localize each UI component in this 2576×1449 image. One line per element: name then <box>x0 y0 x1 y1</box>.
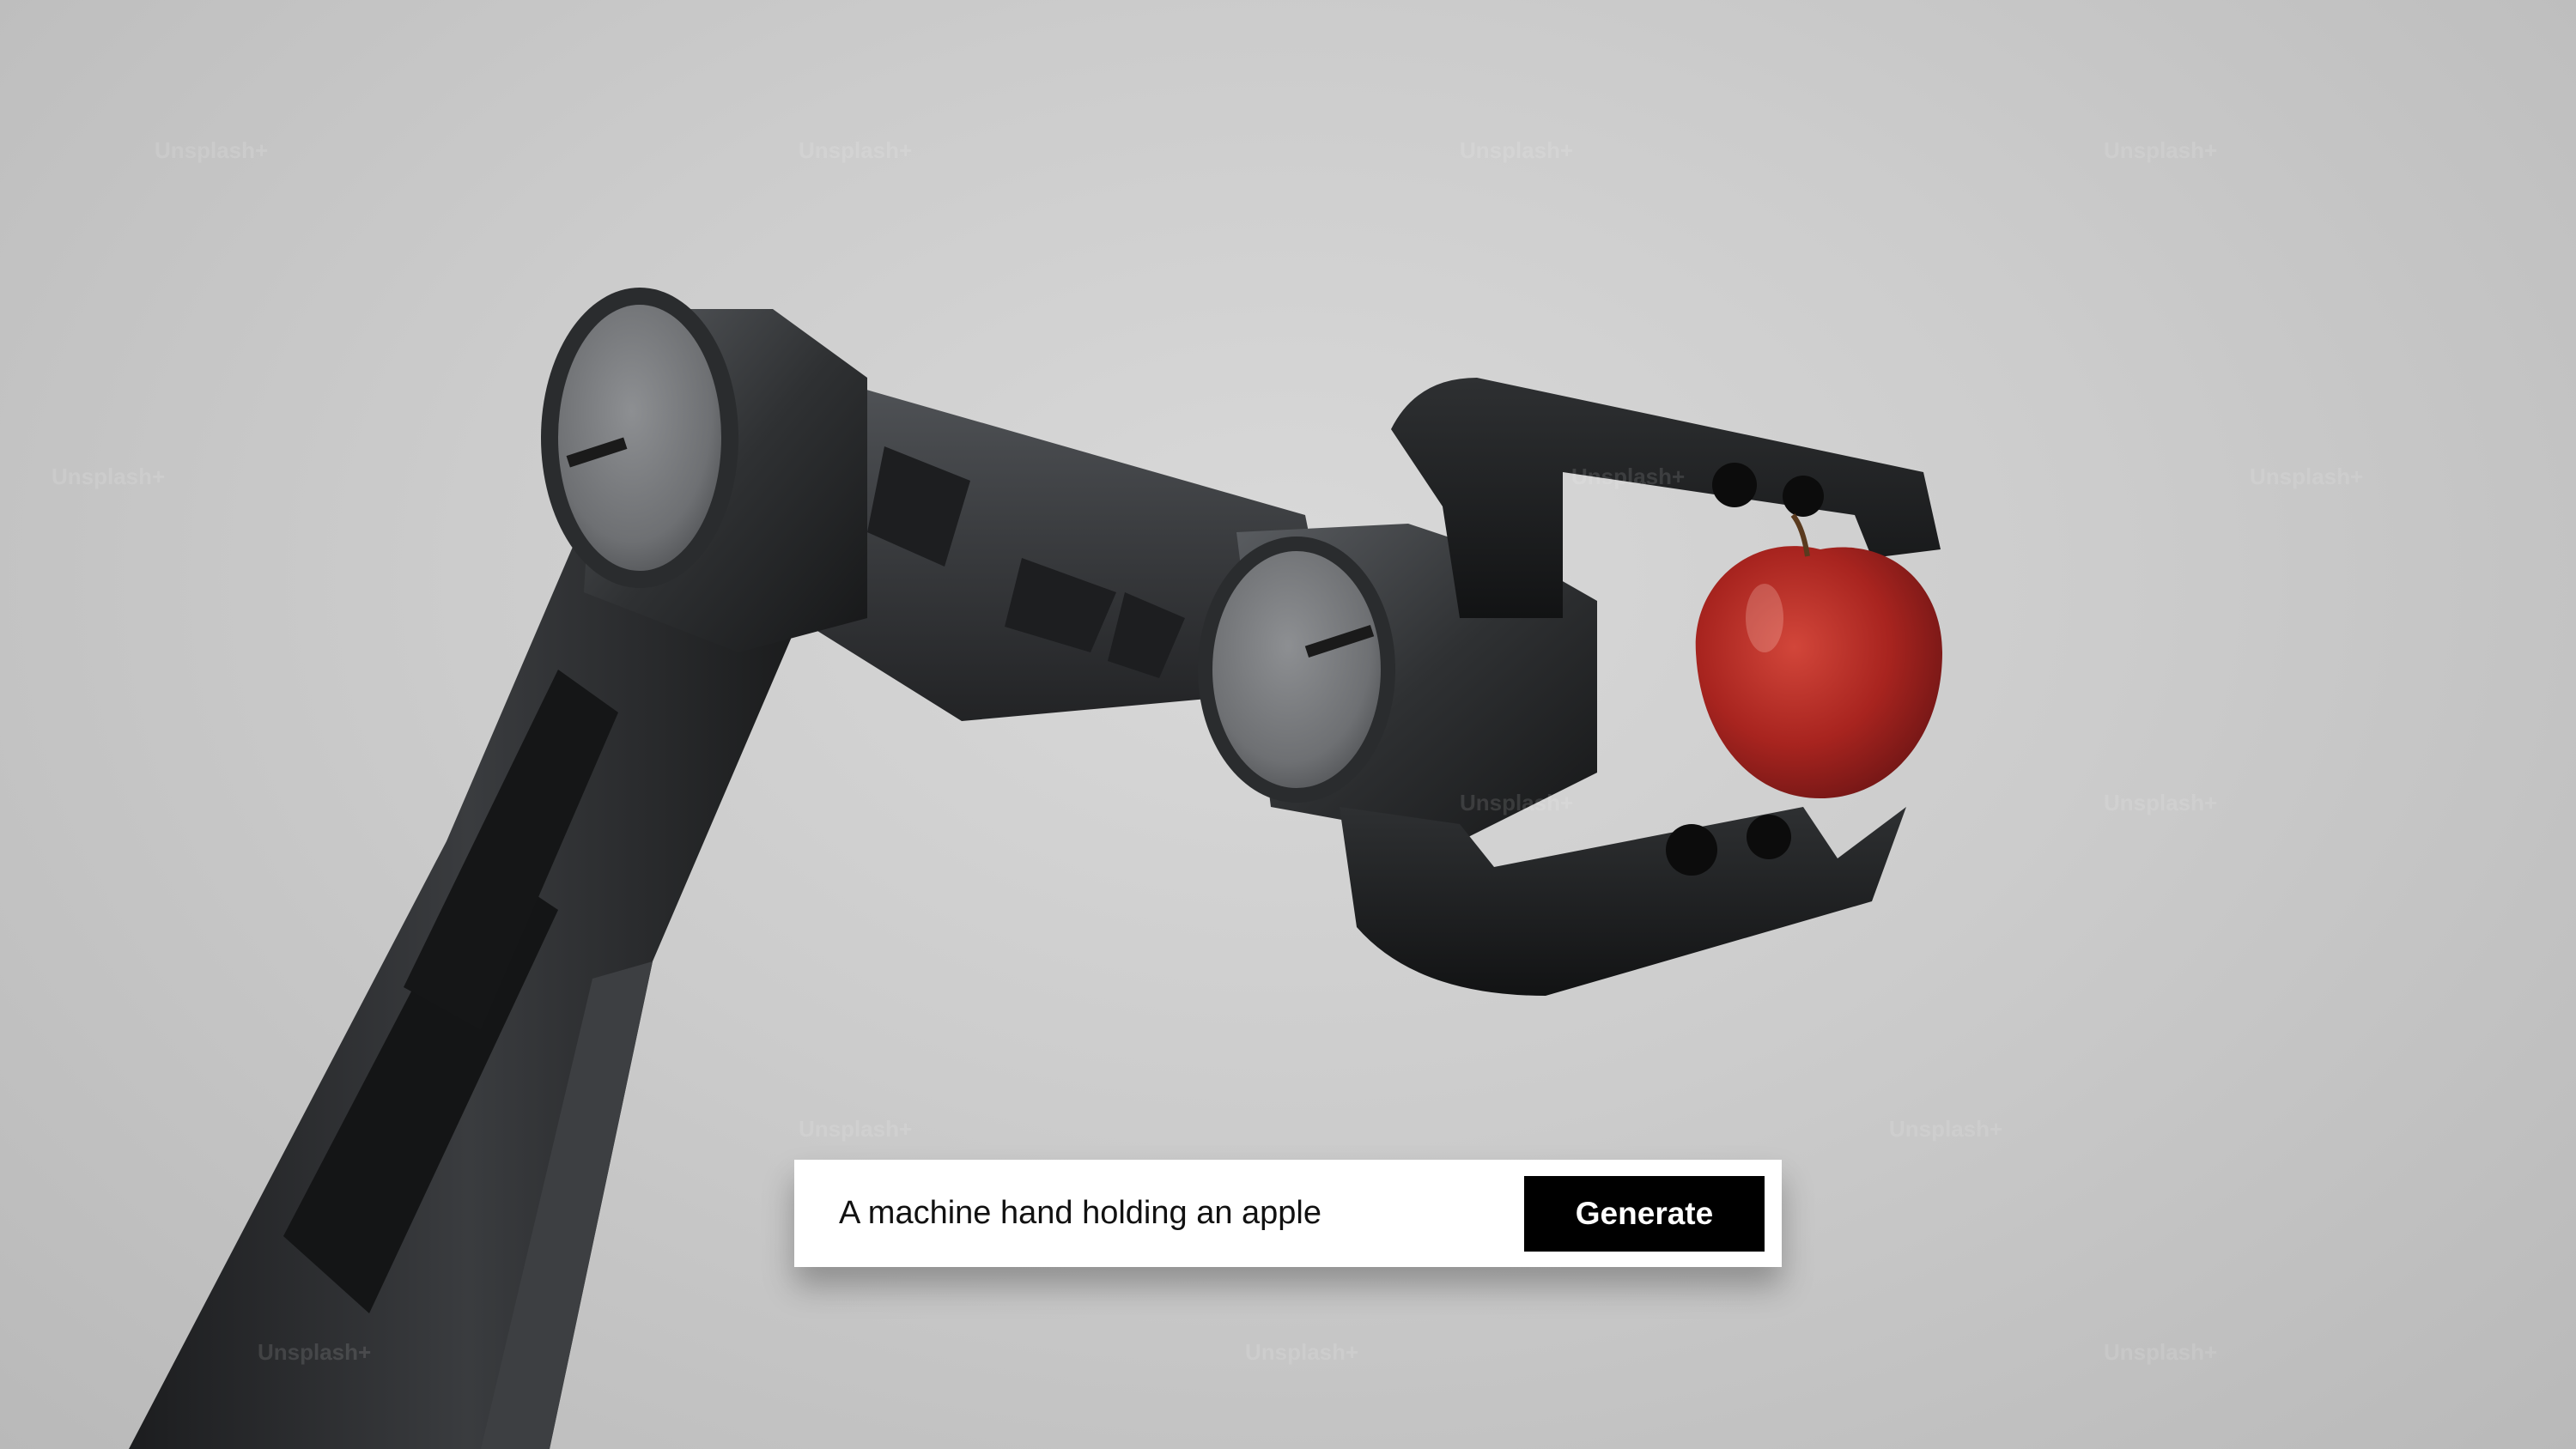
prompt-input[interactable]: A machine hand holding an apple <box>839 1195 1524 1232</box>
prompt-bar: A machine hand holding an apple Generate <box>794 1160 1782 1267</box>
generate-button[interactable]: Generate <box>1524 1175 1765 1252</box>
canvas: Unsplash+ Unsplash+ Unsplash+ Unsplash+ … <box>0 0 2576 1449</box>
